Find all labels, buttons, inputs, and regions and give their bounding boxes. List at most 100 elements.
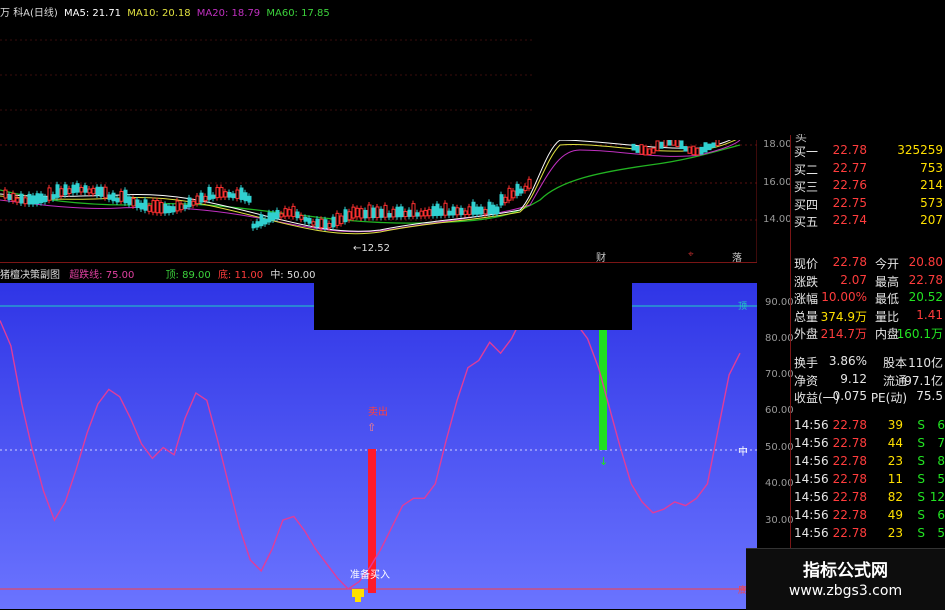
stat-row[interactable]: 涨跌 2.07 最高 22.78 <box>760 273 945 290</box>
stat-label-2: 量比 <box>874 309 899 324</box>
stat-value-2: 160.1万 <box>896 327 943 341</box>
candle-body <box>203 195 208 202</box>
down-arrow-icon: ↓ <box>599 455 609 468</box>
candle-body <box>199 192 204 203</box>
candle-body <box>275 209 280 219</box>
candle-body <box>87 188 92 194</box>
candle-body <box>703 142 708 153</box>
ma60-label: MA60: 17.85 <box>266 8 330 19</box>
indicator-pane[interactable]: 卖出 ⇧ ↓ 准备买入 顶 中 底 <box>0 283 757 609</box>
tick-row[interactable]: 14:56 22.78 23 S 8 <box>760 454 945 471</box>
candle-body <box>367 204 372 219</box>
oscillator-svg <box>0 283 757 609</box>
candle-body <box>83 185 88 193</box>
candle-body <box>335 212 340 226</box>
tick-row[interactable]: 14:56 22.78 11 S 5 <box>760 472 945 489</box>
stat2-row[interactable]: 净资 9.12 流通 97.1亿 <box>760 372 945 389</box>
pane-divider[interactable] <box>0 262 757 263</box>
candle-body <box>387 213 392 218</box>
candle-body <box>115 197 120 203</box>
stat2-value-2: 110亿 <box>908 356 943 370</box>
bid-volume: 214 <box>920 178 943 192</box>
candle-body <box>111 192 116 202</box>
stat2-label-2: PE(动) <box>870 391 907 405</box>
watermark-title: 指标公式网 <box>803 561 888 581</box>
bid-price: 22.78 <box>832 143 867 157</box>
stat-row[interactable]: 总量 374.9万 量比 1.41 <box>760 308 945 325</box>
bid-row[interactable]: 买四 22.75 573 <box>760 196 945 213</box>
stock-title: 科A(日线) <box>13 8 58 19</box>
candle-body <box>211 194 216 199</box>
candle-body <box>383 204 388 218</box>
candle-body <box>247 195 252 203</box>
stat-row[interactable]: 现价 22.78 今开 20.80 <box>760 255 945 272</box>
candle-body <box>267 212 272 223</box>
candle-body <box>59 188 64 197</box>
candle-body <box>499 194 504 206</box>
candle-body <box>55 184 60 198</box>
header-prefix: 万 <box>0 8 10 19</box>
tick-row[interactable]: 14:56 22.78 82 S 12 <box>760 490 945 507</box>
tick-time: 14:56 <box>794 472 829 486</box>
tick-row[interactable]: 14:56 22.78 23 S 5 <box>760 526 945 543</box>
tick-side: S <box>917 454 925 468</box>
bid-row[interactable]: 买二 22.77 753 <box>760 161 945 178</box>
bid-row[interactable]: 买五 22.74 207 <box>760 213 945 230</box>
stat-row[interactable]: 涨幅 10.00% 最低 20.52 <box>760 290 945 307</box>
candle-body <box>519 188 524 194</box>
stat2-row[interactable]: 换手 3.86% 股本 110亿 <box>760 354 945 371</box>
ding-right-label: 顶 <box>738 302 748 312</box>
candle-body <box>159 202 164 214</box>
candle-body <box>95 186 100 196</box>
bid-row[interactable]: 买一 22.78 325259 <box>760 143 945 160</box>
indicator-jj-label: 超跌线: 75.00 <box>69 270 135 281</box>
tick-row[interactable]: 14:56 22.78 49 S 6 <box>760 508 945 525</box>
low-price-annotation: ←12.52 <box>353 243 390 254</box>
stat2-row[interactable]: 收益(一) 0.075 PE(动) 75.5 <box>760 389 945 406</box>
candle-body <box>639 144 644 155</box>
tick-side: S <box>917 436 925 450</box>
candle-body <box>239 187 244 200</box>
tick-count: 6 <box>937 508 945 522</box>
tick-count: 7 <box>937 436 945 450</box>
event-mark-target[interactable]: ⌖ <box>688 249 694 260</box>
main-chart-svg <box>0 0 757 262</box>
stat-row[interactable]: 外盘 214.7万 内盘 160.1万 <box>760 325 945 342</box>
candle-body <box>131 198 136 207</box>
candle-body <box>487 201 492 215</box>
main-chart-area[interactable]: 万 科A(日线) MA5: 21.71 MA10: 20.18 MA20: 18… <box>0 0 792 264</box>
candle-body <box>243 192 248 202</box>
watermark-box: 指标公式网 www.zbgs3.com <box>746 548 945 610</box>
candle-body <box>687 146 692 154</box>
candle-body <box>187 197 192 208</box>
tick-count: 5 <box>937 472 945 486</box>
candle-body <box>263 218 268 225</box>
candle-body <box>231 193 236 199</box>
candle-body <box>347 211 352 221</box>
candle-body <box>415 212 420 217</box>
tick-time: 14:56 <box>794 418 829 432</box>
stat2-value: 0.075 <box>832 389 867 403</box>
candle-body <box>683 146 688 152</box>
stat2-value: 3.86% <box>828 354 867 368</box>
indicator-header: 猪檀决策副图 超跌线: 75.00 顶: 89.00 底: 11.00 中: 5… <box>0 266 316 281</box>
bid-price: 22.76 <box>832 178 867 192</box>
tick-row[interactable]: 14:56 22.78 44 S 7 <box>760 436 945 453</box>
bid-row[interactable]: 买三 22.76 214 <box>760 178 945 195</box>
indicator-di-label: 底: 11.00 <box>217 270 264 281</box>
stat-label-2: 最高 <box>874 274 899 289</box>
bid-label: 买四 <box>794 197 819 212</box>
candle-body <box>707 143 712 151</box>
ma10-label: MA10: 20.18 <box>127 8 191 19</box>
tick-side: S <box>917 490 925 504</box>
candle-body <box>319 218 324 229</box>
candle-body <box>39 193 44 204</box>
tick-row[interactable]: 14:56 22.78 39 S 6 <box>760 418 945 435</box>
bid-price: 22.75 <box>832 195 867 210</box>
candle-body <box>491 204 496 215</box>
stat2-label-2: 股本 <box>882 356 907 370</box>
candle-body <box>251 223 256 229</box>
candle-body <box>99 186 104 197</box>
candle-body <box>143 199 148 211</box>
indicator-title: 猪檀决策副图 <box>0 270 60 281</box>
